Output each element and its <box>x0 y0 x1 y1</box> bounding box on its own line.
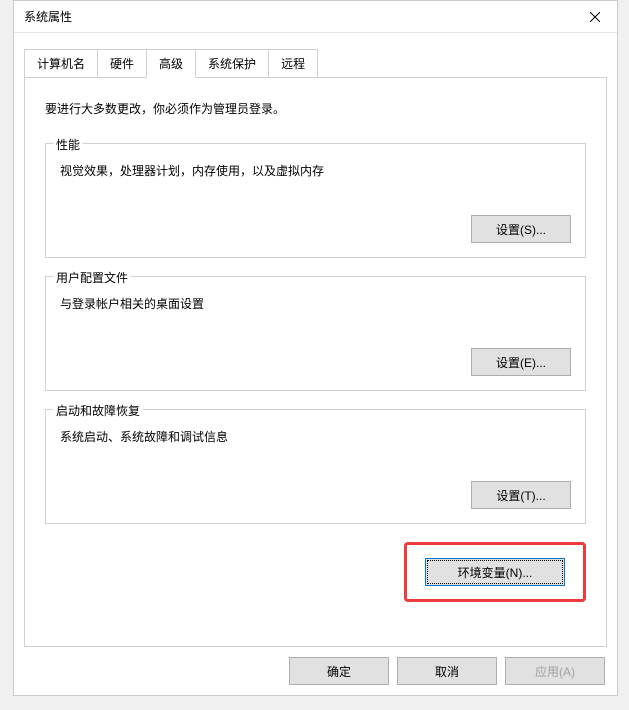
ok-button[interactable]: 确定 <box>289 657 389 685</box>
highlight-annotation: 环境变量(N)... <box>404 542 586 602</box>
tab-system-protection[interactable]: 系统保护 <box>195 49 269 77</box>
tab-container: 计算机名 硬件 高级 系统保护 远程 要进行大多数更改，你必须作为管理员登录。 … <box>14 33 617 647</box>
startup-recovery-settings-button[interactable]: 设置(T)... <box>471 481 571 509</box>
cancel-button[interactable]: 取消 <box>397 657 497 685</box>
dialog-buttons: 确定 取消 应用(A) <box>14 647 617 695</box>
close-icon <box>590 12 600 22</box>
performance-settings-button[interactable]: 设置(S)... <box>471 215 571 243</box>
startup-recovery-group: 启动和故障恢复 系统启动、系统故障和调试信息 设置(T)... <box>45 409 586 524</box>
tab-advanced[interactable]: 高级 <box>146 49 196 78</box>
system-properties-window: 系统属性 计算机名 硬件 高级 系统保护 远程 要进行大多数更改，你必须作为管理… <box>13 0 618 696</box>
tab-hardware[interactable]: 硬件 <box>97 49 147 77</box>
user-profiles-button-row: 设置(E)... <box>60 348 571 376</box>
close-button[interactable] <box>572 1 617 32</box>
performance-desc: 视觉效果，处理器计划，内存使用，以及虚拟内存 <box>60 162 571 179</box>
performance-title: 性能 <box>53 136 83 153</box>
startup-recovery-title: 启动和故障恢复 <box>53 402 143 419</box>
admin-note: 要进行大多数更改，你必须作为管理员登录。 <box>45 100 586 117</box>
apply-button[interactable]: 应用(A) <box>505 657 605 685</box>
env-variables-row: 环境变量(N)... <box>45 542 586 602</box>
titlebar: 系统属性 <box>14 1 617 33</box>
tab-remote[interactable]: 远程 <box>268 49 318 77</box>
startup-recovery-button-row: 设置(T)... <box>60 481 571 509</box>
performance-group: 性能 视觉效果，处理器计划，内存使用，以及虚拟内存 设置(S)... <box>45 143 586 258</box>
user-profiles-group: 用户配置文件 与登录帐户相关的桌面设置 设置(E)... <box>45 276 586 391</box>
environment-variables-button[interactable]: 环境变量(N)... <box>425 558 565 586</box>
tab-content-advanced: 要进行大多数更改，你必须作为管理员登录。 性能 视觉效果，处理器计划，内存使用，… <box>24 77 607 647</box>
performance-button-row: 设置(S)... <box>60 215 571 243</box>
tab-computer-name[interactable]: 计算机名 <box>24 49 98 77</box>
user-profiles-settings-button[interactable]: 设置(E)... <box>471 348 571 376</box>
tab-strip: 计算机名 硬件 高级 系统保护 远程 <box>24 49 607 77</box>
startup-recovery-desc: 系统启动、系统故障和调试信息 <box>60 428 571 445</box>
user-profiles-desc: 与登录帐户相关的桌面设置 <box>60 295 571 312</box>
window-title: 系统属性 <box>24 8 72 25</box>
user-profiles-title: 用户配置文件 <box>53 269 131 286</box>
